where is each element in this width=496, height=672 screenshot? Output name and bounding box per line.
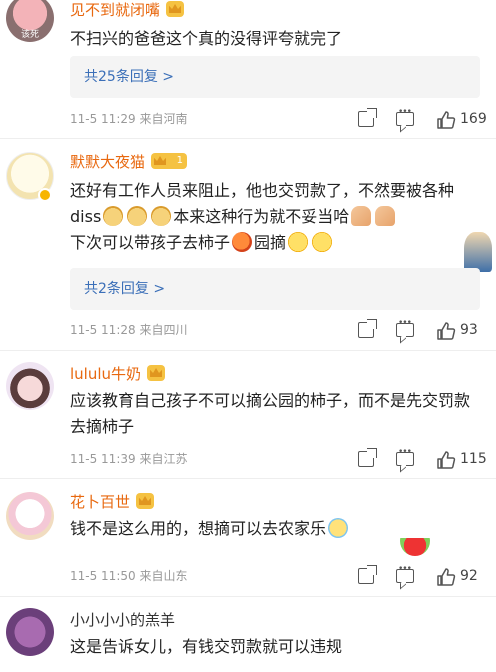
crown-badge-icon: 1 xyxy=(151,153,188,169)
share-icon[interactable] xyxy=(358,108,377,127)
username-text: lululu牛奶 xyxy=(70,365,142,383)
scream-emoji-icon xyxy=(312,232,333,252)
crown-badge-icon xyxy=(136,493,155,509)
portrait-sticker-icon xyxy=(464,232,492,272)
comment-text-part: 本来这种行为就不妥当哈 xyxy=(173,207,350,226)
like-icon[interactable] xyxy=(436,450,456,469)
comment-text: 这是告诉女儿，有钱交罚款就可以违规 xyxy=(70,637,343,656)
username-text: 小小小小的羔羊 xyxy=(70,611,176,629)
comment-icon[interactable] xyxy=(396,447,414,466)
username[interactable]: 花卜百世 xyxy=(70,492,155,512)
comment-actions: 93 xyxy=(358,318,488,341)
avatar[interactable] xyxy=(6,492,54,540)
username-text: 默默大夜猫 xyxy=(70,153,146,171)
comment-text-part: 钱不是这么用的，想摘可以去农家乐 xyxy=(70,519,327,538)
share-icon[interactable] xyxy=(358,319,377,338)
divider xyxy=(0,350,496,351)
username[interactable]: lululu牛奶 xyxy=(70,364,166,384)
persimmon-emoji-icon xyxy=(232,232,253,252)
pray-emoji-icon xyxy=(351,206,372,226)
divider xyxy=(0,478,496,479)
username-text: 见不到就闭嘴 xyxy=(70,1,161,19)
avatar[interactable]: 该死 xyxy=(6,0,54,42)
like-count: 115 xyxy=(460,451,487,467)
like-count: 92 xyxy=(460,568,478,584)
share-icon[interactable] xyxy=(358,565,377,584)
replies-link[interactable]: 共2条回复 > xyxy=(70,268,480,310)
like-count: 93 xyxy=(460,322,478,338)
comment-text: 应该教育自己孩子不可以摘公园的柿子，而不是先交罚款去摘柿子 xyxy=(70,391,471,436)
comment-icon[interactable] xyxy=(396,564,414,583)
avatar[interactable] xyxy=(6,362,54,410)
username[interactable]: 默默大夜猫 1 xyxy=(70,152,188,172)
pray-emoji-icon xyxy=(375,206,396,226)
comment-actions: 169 xyxy=(358,107,488,130)
doge-emoji-icon xyxy=(127,206,148,226)
cry-emoji-icon xyxy=(328,518,349,538)
comment-meta: 11-5 11:39 来自江苏 xyxy=(70,452,188,466)
share-icon[interactable] xyxy=(358,448,377,467)
comment-text: 不扫兴的爸爸这个真的没得评夸就完了 xyxy=(70,29,343,48)
comment-text-part: 下次可以带孩子去柿子 xyxy=(70,233,231,252)
comment-meta: 11-5 11:28 来自四川 xyxy=(70,323,188,337)
level-number: 1 xyxy=(176,155,184,166)
like-icon[interactable] xyxy=(436,567,456,586)
comment-text-part: 园摘 xyxy=(254,233,287,252)
scream-emoji-icon xyxy=(288,232,309,252)
replies-link[interactable]: 共25条回复 > xyxy=(70,56,480,98)
crown-badge-icon xyxy=(166,1,185,17)
comment-actions: 92 xyxy=(358,564,488,587)
comment-meta: 11-5 11:29 来自河南 xyxy=(70,112,188,126)
divider xyxy=(0,138,496,139)
crown-badge-icon xyxy=(147,365,166,381)
comment-text: 还好有工作人员来阻止，他也交罚款了，不然要被各种diss 本来这种行为就不妥当哈下… xyxy=(70,178,472,256)
like-count: 169 xyxy=(460,111,487,127)
username[interactable]: 见不到就闭嘴 xyxy=(70,0,185,20)
like-icon[interactable] xyxy=(436,110,456,129)
verified-badge-icon xyxy=(38,188,52,202)
doge-emoji-icon xyxy=(151,206,172,226)
username[interactable]: 小小小小的羔羊 xyxy=(70,610,175,630)
like-icon[interactable] xyxy=(436,321,456,340)
comment-icon[interactable] xyxy=(396,318,414,337)
comment-meta: 11-5 11:50 来自山东 xyxy=(70,569,188,583)
divider xyxy=(0,596,496,597)
comment-actions: 115 xyxy=(358,447,488,470)
avatar-tag: 该死 xyxy=(20,30,39,40)
avatar[interactable] xyxy=(6,608,54,656)
comment-icon[interactable] xyxy=(396,107,414,126)
doge-emoji-icon xyxy=(103,206,124,226)
username-text: 花卜百世 xyxy=(70,493,131,511)
